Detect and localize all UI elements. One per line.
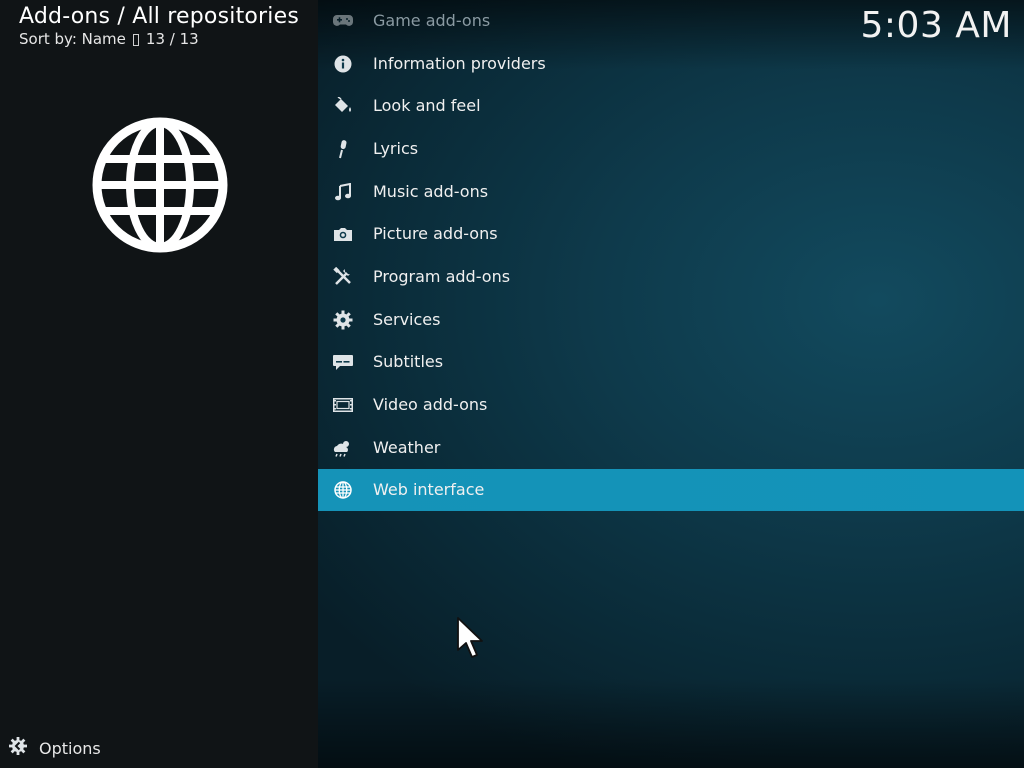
- list-item-services[interactable]: Services: [318, 299, 1024, 341]
- gamepad-icon: [332, 11, 354, 31]
- list-item-label: Video add-ons: [373, 395, 488, 414]
- list-item-label: Look and feel: [373, 96, 481, 115]
- list-item-picture-addons[interactable]: Picture add-ons: [318, 213, 1024, 255]
- list-item-look-and-feel[interactable]: Look and feel: [318, 85, 1024, 127]
- clock: 5:03 AM: [860, 5, 1012, 46]
- list-item-label: Services: [373, 310, 441, 329]
- options-gear-icon: [8, 736, 28, 760]
- list-item-music-addons[interactable]: Music add-ons: [318, 171, 1024, 213]
- list-item-label: Subtitles: [373, 352, 444, 371]
- list-item-web-interface[interactable]: Web interface: [318, 469, 1024, 511]
- list-item-program-addons[interactable]: Program add-ons: [318, 256, 1024, 298]
- header: Add-ons / All repositories Sort by: Name…: [19, 3, 299, 48]
- list-item-video-addons[interactable]: Video add-ons: [318, 384, 1024, 426]
- globe-icon: [332, 480, 354, 500]
- list-item-label: Web interface: [373, 480, 485, 499]
- tools-icon: [332, 267, 354, 287]
- info-icon: [332, 54, 354, 74]
- options-label: Options: [39, 738, 101, 758]
- list-item-label: Game add-ons: [373, 11, 491, 30]
- list-item-subtitles[interactable]: Subtitles: [318, 341, 1024, 383]
- options-button[interactable]: Options: [8, 736, 101, 760]
- page-title: Add-ons / All repositories: [19, 4, 300, 29]
- film-icon: [332, 395, 354, 415]
- list-item-label: Program add-ons: [373, 267, 511, 286]
- list-item-label: Picture add-ons: [373, 224, 498, 243]
- list-item-lyrics[interactable]: Lyrics: [318, 128, 1024, 170]
- gear-icon: [332, 310, 354, 330]
- music-note-icon: [332, 182, 354, 202]
- subtitles-icon: [332, 352, 354, 372]
- sort-info: Sort by: Name 13 / 13: [19, 31, 299, 48]
- globe-icon: [90, 115, 230, 255]
- camera-icon: [332, 224, 354, 244]
- list-item-information-providers[interactable]: Information providers: [318, 43, 1024, 85]
- list-item-weather[interactable]: Weather: [318, 427, 1024, 469]
- list-item-label: Music add-ons: [373, 182, 489, 201]
- sort-label: Sort by: Name: [19, 30, 126, 48]
- item-count: 13 / 13: [145, 30, 199, 48]
- separator-icon: [132, 33, 139, 46]
- weather-icon: [332, 438, 354, 458]
- paint-bucket-icon: [332, 96, 354, 116]
- list-item-label: Lyrics: [373, 139, 419, 158]
- list-item-label: Information providers: [373, 54, 546, 73]
- microphone-icon: [332, 139, 354, 159]
- mouse-cursor-icon: [457, 617, 489, 661]
- list-item-label: Weather: [373, 438, 441, 457]
